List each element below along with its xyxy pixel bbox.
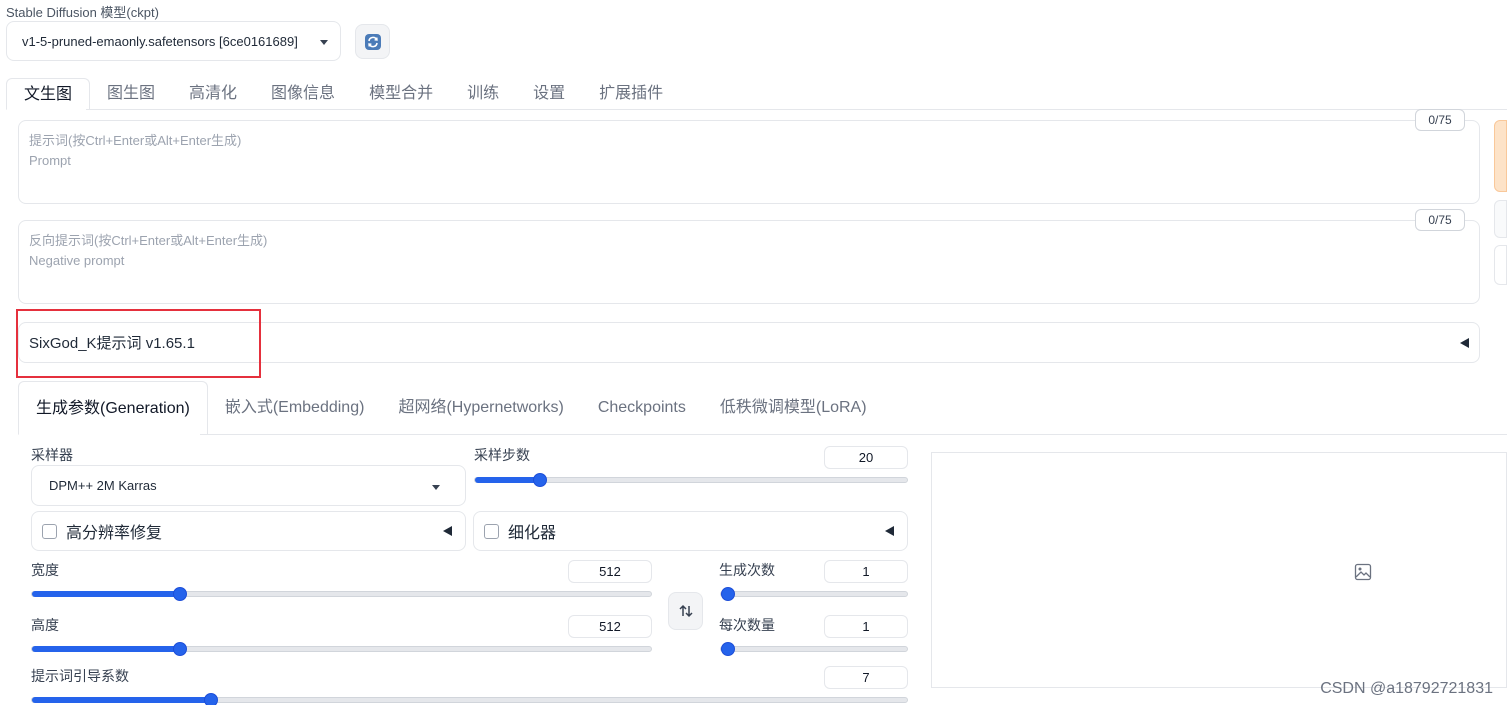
tab-extras[interactable]: 高清化 (172, 78, 254, 110)
cfg-scale-label: 提示词引导系数 (31, 668, 129, 684)
swap-arrows-icon (678, 604, 693, 618)
chevron-down-icon (432, 484, 440, 490)
batch-size-number-input[interactable]: 1 (824, 615, 908, 638)
swap-dimensions-button[interactable] (668, 592, 703, 630)
chevron-down-icon (320, 40, 328, 45)
batch-count-label: 生成次数 (719, 562, 775, 578)
watermark: CSDN @a18792721831 (1320, 680, 1493, 697)
negative-prompt-textarea[interactable]: 反向提示词(按Ctrl+Enter或Alt+Enter生成) Negative … (18, 220, 1480, 304)
batch-count-slider[interactable] (720, 587, 908, 601)
sampler-label: 采样器 (31, 447, 73, 463)
slider-handle[interactable] (721, 587, 735, 601)
prompt-placeholder-en: Prompt (29, 153, 71, 168)
refiner-checkbox[interactable] (484, 523, 499, 539)
image-placeholder-icon (1354, 563, 1372, 581)
slider-handle[interactable] (173, 642, 187, 656)
checkpoint-selected-value: v1-5-pruned-emaonly.safetensors [6ce0161… (22, 33, 298, 49)
slider-handle[interactable] (204, 693, 218, 705)
slider-handle[interactable] (533, 473, 547, 487)
slider-handle[interactable] (173, 587, 187, 601)
main-tabs: 文生图 图生图 高清化 图像信息 模型合并 训练 设置 扩展插件 (6, 78, 680, 110)
steps-label: 采样步数 (474, 447, 530, 463)
width-label: 宽度 (31, 562, 59, 578)
prompt-token-counter: 0/75 (1415, 109, 1465, 131)
collapse-arrow-icon (443, 526, 452, 536)
prompt-textarea[interactable]: 提示词(按Ctrl+Enter或Alt+Enter生成) Prompt (18, 120, 1480, 204)
tab-txt2img[interactable]: 文生图 (6, 78, 91, 110)
tab-lora[interactable]: 低秩微调模型(LoRA) (703, 381, 884, 435)
refresh-icon (364, 33, 381, 50)
tab-divider (86, 109, 1507, 110)
cfg-scale-number-input[interactable]: 7 (824, 666, 908, 689)
hires-fix-label: 高分辨率修复 (66, 525, 163, 542)
refiner-label: 细化器 (508, 525, 557, 542)
batch-size-slider[interactable] (720, 642, 908, 656)
checkpoint-label: Stable Diffusion 模型(ckpt) (6, 5, 159, 20)
width-number-input[interactable]: 512 (568, 560, 652, 583)
tab-img2img[interactable]: 图生图 (90, 78, 172, 110)
tab-embedding[interactable]: 嵌入式(Embedding) (208, 381, 382, 435)
sampler-dropdown[interactable]: DPM++ 2M Karras (31, 465, 466, 506)
tab-png-info[interactable]: 图像信息 (254, 78, 352, 110)
slider-fill (32, 591, 180, 597)
hires-fix-accordion[interactable]: 高分辨率修复 (31, 511, 466, 551)
prompt-placeholder: 提示词(按Ctrl+Enter或Alt+Enter生成) (29, 133, 242, 148)
steps-slider[interactable] (474, 473, 908, 487)
tab-hypernetworks[interactable]: 超网络(Hypernetworks) (381, 381, 580, 435)
refiner-accordion[interactable]: 细化器 (473, 511, 908, 551)
batch-size-label: 每次数量 (719, 617, 775, 633)
slider-fill (32, 646, 180, 652)
cfg-scale-slider[interactable] (31, 693, 908, 705)
styles-dropdown[interactable] (1494, 245, 1507, 285)
height-slider[interactable] (31, 642, 652, 656)
tab-settings[interactable]: 设置 (516, 78, 582, 110)
hires-fix-checkbox[interactable] (42, 523, 57, 539)
collapse-arrow-icon (1460, 337, 1469, 348)
sampler-selected-value: DPM++ 2M Karras (49, 478, 157, 493)
slider-handle[interactable] (721, 642, 735, 656)
generation-tabs: 生成参数(Generation) 嵌入式(Embedding) 超网络(Hype… (18, 381, 884, 435)
tab-checkpoint-merger[interactable]: 模型合并 (352, 78, 450, 110)
steps-number-input[interactable]: 20 (824, 446, 908, 469)
height-number-input[interactable]: 512 (568, 615, 652, 638)
slider-fill (475, 477, 540, 483)
checkpoint-dropdown[interactable]: v1-5-pruned-emaonly.safetensors [6ce0161… (6, 21, 341, 61)
tab-extensions[interactable]: 扩展插件 (582, 78, 680, 110)
tool-button[interactable] (1494, 200, 1507, 238)
batch-count-number-input[interactable]: 1 (824, 560, 908, 583)
collapse-arrow-icon (885, 526, 894, 536)
negative-prompt-placeholder-en: Negative prompt (29, 253, 125, 268)
refresh-checkpoint-button[interactable] (355, 24, 390, 59)
tab-generation[interactable]: 生成参数(Generation) (18, 381, 208, 435)
slider-fill (32, 697, 211, 703)
gen-tab-divider (200, 434, 1507, 435)
highlight-box (16, 309, 261, 378)
output-gallery (931, 452, 1507, 688)
tab-checkpoints[interactable]: Checkpoints (581, 381, 703, 435)
generate-button[interactable] (1494, 120, 1507, 192)
width-slider[interactable] (31, 587, 652, 601)
negative-prompt-token-counter: 0/75 (1415, 209, 1465, 231)
negative-prompt-placeholder: 反向提示词(按Ctrl+Enter或Alt+Enter生成) (29, 233, 268, 248)
height-label: 高度 (31, 617, 59, 633)
tab-train[interactable]: 训练 (450, 78, 516, 110)
